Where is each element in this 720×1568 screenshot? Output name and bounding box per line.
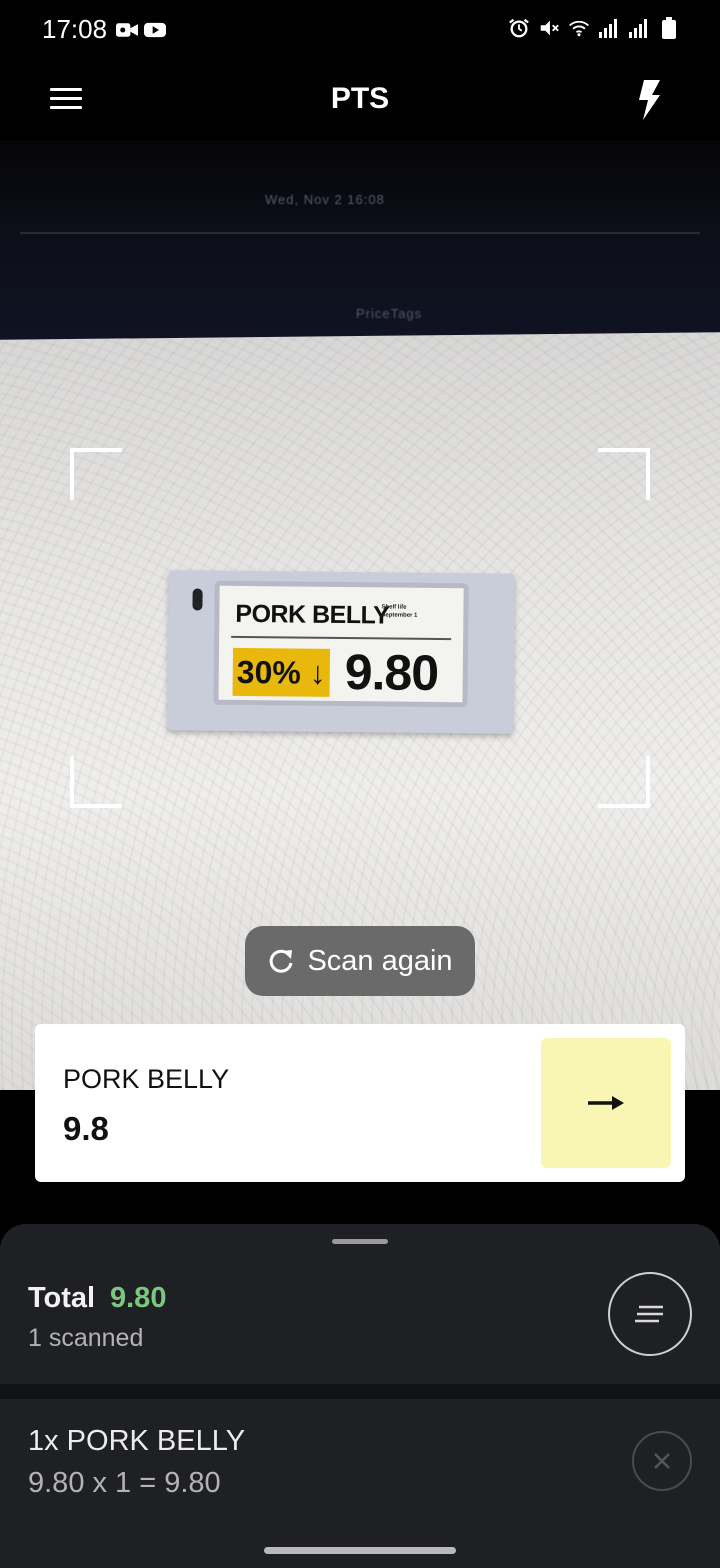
scanned-price-tag: PORK BELLY Shelf life September 1 30% ↓ … — [167, 570, 515, 734]
tag-product-name: PORK BELLY — [235, 599, 390, 630]
tag-led — [192, 588, 203, 611]
tag-shelf-life-line2: September 1 — [381, 612, 418, 619]
status-right-icons — [508, 16, 680, 40]
background-app-text: PriceTags — [356, 306, 423, 321]
mute-icon — [540, 20, 559, 36]
item-title: 1x PORK BELLY — [28, 1425, 246, 1457]
scan-frame-corner-top-right — [598, 448, 650, 500]
battery-icon — [662, 17, 676, 39]
camera-background-monitor: Wed, Nov 2 16:08 PriceTags — [0, 140, 720, 340]
scan-again-button[interactable]: Scan again — [245, 926, 475, 996]
tag-screen: PORK BELLY Shelf life September 1 30% ↓ … — [213, 580, 469, 708]
tag-discount-badge: 30% ↓ — [232, 647, 330, 697]
scanned-item-row[interactable]: 1x PORK BELLY 9.80 x 1 = 9.80 — [0, 1399, 720, 1568]
remove-item-button[interactable] — [632, 1431, 692, 1491]
flash-icon[interactable] — [634, 78, 664, 122]
app-title: PTS — [330, 82, 390, 115]
scan-result-card[interactable]: PORK BELLY 9.8 — [35, 1024, 685, 1182]
list-icon — [635, 1305, 663, 1323]
scanned-count: 1 scanned — [28, 1324, 144, 1352]
scan-again-label: Scan again — [307, 944, 453, 977]
close-icon — [654, 1453, 670, 1469]
bottom-sheet[interactable]: Total 9.80 1 scanned 1x PORK BELLY 9.80 … — [0, 1224, 720, 1568]
status-left-icons — [116, 18, 166, 42]
scan-frame-corner-bottom-right — [598, 756, 650, 808]
tag-price: 9.80 — [344, 644, 439, 702]
tag-divider — [231, 635, 452, 641]
app-bar: PTS — [0, 60, 720, 140]
video-recording-icon — [116, 23, 138, 37]
result-price: 9.8 — [63, 1110, 109, 1147]
total-label: Total — [28, 1282, 96, 1314]
alarm-icon — [509, 18, 529, 38]
scan-frame-corner-top-left — [70, 448, 122, 500]
item-calculation: 9.80 x 1 = 9.80 — [28, 1467, 221, 1499]
result-product-name: PORK BELLY — [63, 1064, 230, 1094]
sheet-divider — [0, 1384, 720, 1399]
list-button[interactable] — [608, 1272, 692, 1356]
total-value: 9.80 — [110, 1282, 167, 1314]
tag-shelf-life: Shelf life September 1 — [381, 603, 417, 619]
signal-icon — [599, 19, 617, 38]
scan-frame-corner-bottom-left — [70, 756, 122, 808]
add-item-button[interactable] — [541, 1038, 671, 1168]
youtube-icon — [144, 22, 166, 38]
background-date-text: Wed, Nov 2 16:08 — [265, 192, 385, 207]
wifi-icon — [569, 20, 589, 37]
signal-icon — [629, 19, 647, 38]
status-time: 17:08 — [42, 14, 108, 44]
sheet-drag-handle[interactable] — [332, 1239, 388, 1244]
refresh-icon — [270, 949, 293, 973]
gesture-navigation-bar[interactable] — [264, 1547, 456, 1554]
status-bar: 17:08 — [0, 0, 720, 60]
background-taskbar-line — [20, 232, 700, 234]
arrow-right-icon — [588, 1096, 624, 1110]
